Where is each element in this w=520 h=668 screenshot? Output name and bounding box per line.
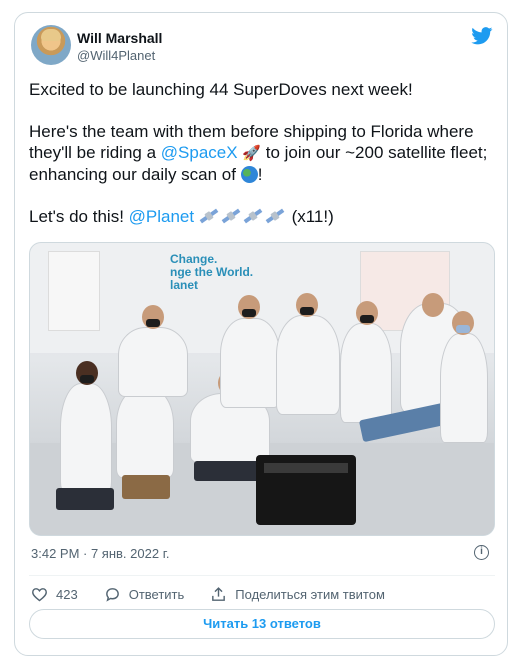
person-legs [56, 488, 114, 510]
face-mask [456, 325, 470, 333]
share-icon [212, 586, 226, 601]
person [220, 318, 280, 408]
face-mask [146, 319, 160, 327]
shipping-crate [256, 455, 356, 525]
tweet-card: Will Marshall @Will4Planet Excited to be… [14, 12, 508, 656]
face-mask [242, 309, 256, 317]
author-name[interactable]: Will Marshall [77, 30, 162, 46]
share-label: Поделиться этим твитом [235, 586, 385, 602]
face-mask [360, 315, 374, 323]
face-mask [80, 375, 94, 383]
person [340, 323, 392, 423]
tweet-photo[interactable]: Change. nge the World. lanet [29, 242, 495, 536]
mention-planet[interactable]: @Planet [129, 207, 194, 226]
satellite-icon [265, 209, 285, 223]
read-replies-button[interactable]: Читать 13 ответов [29, 609, 495, 639]
tweet-text: Excited to be launching 44 SuperDoves ne… [29, 79, 499, 227]
tweet-line-1: Excited to be launching 44 SuperDoves ne… [29, 80, 413, 99]
satellite-icon [221, 209, 241, 223]
like-count: 423 [56, 586, 78, 602]
author-handle[interactable]: @Will4Planet [77, 48, 155, 63]
satellite-icon [199, 209, 219, 223]
tweet-paragraph-3: Let's do this! @Planet (x11!) [29, 207, 334, 226]
tweet-timestamp[interactable]: 3:42 PM · 7 янв. 2022 г. [31, 546, 169, 561]
info-icon[interactable]: i [474, 545, 489, 560]
tweet-actions: 423 Ответить Поделиться этим твитом [31, 583, 411, 605]
avatar[interactable] [31, 25, 71, 65]
divider [29, 575, 495, 576]
person [116, 388, 174, 478]
person-legs [194, 461, 264, 481]
globe-icon [240, 166, 258, 183]
satellite-icon [243, 209, 263, 223]
mention-spacex[interactable]: @SpaceX [161, 143, 238, 162]
person [440, 333, 488, 443]
person-head [422, 293, 444, 317]
person [118, 327, 188, 397]
tweet-paragraph-2: Here's the team with them before shippin… [29, 122, 488, 184]
rocket-icon: 🚀 [242, 145, 262, 162]
face-mask [300, 307, 314, 315]
twitter-bird-icon[interactable] [471, 27, 493, 45]
person-legs [122, 475, 170, 499]
reply-label: Ответить [128, 586, 185, 602]
heart-icon [32, 587, 47, 601]
like-button[interactable]: 423 [31, 586, 78, 603]
reply-button[interactable]: Ответить [104, 586, 185, 603]
person [60, 383, 112, 493]
reply-bubble-icon [105, 587, 119, 602]
photo-sign: Change. nge the World. lanet [170, 252, 254, 292]
share-button[interactable]: Поделиться этим твитом [210, 586, 385, 603]
photo-poster [48, 251, 100, 331]
person [276, 315, 340, 415]
